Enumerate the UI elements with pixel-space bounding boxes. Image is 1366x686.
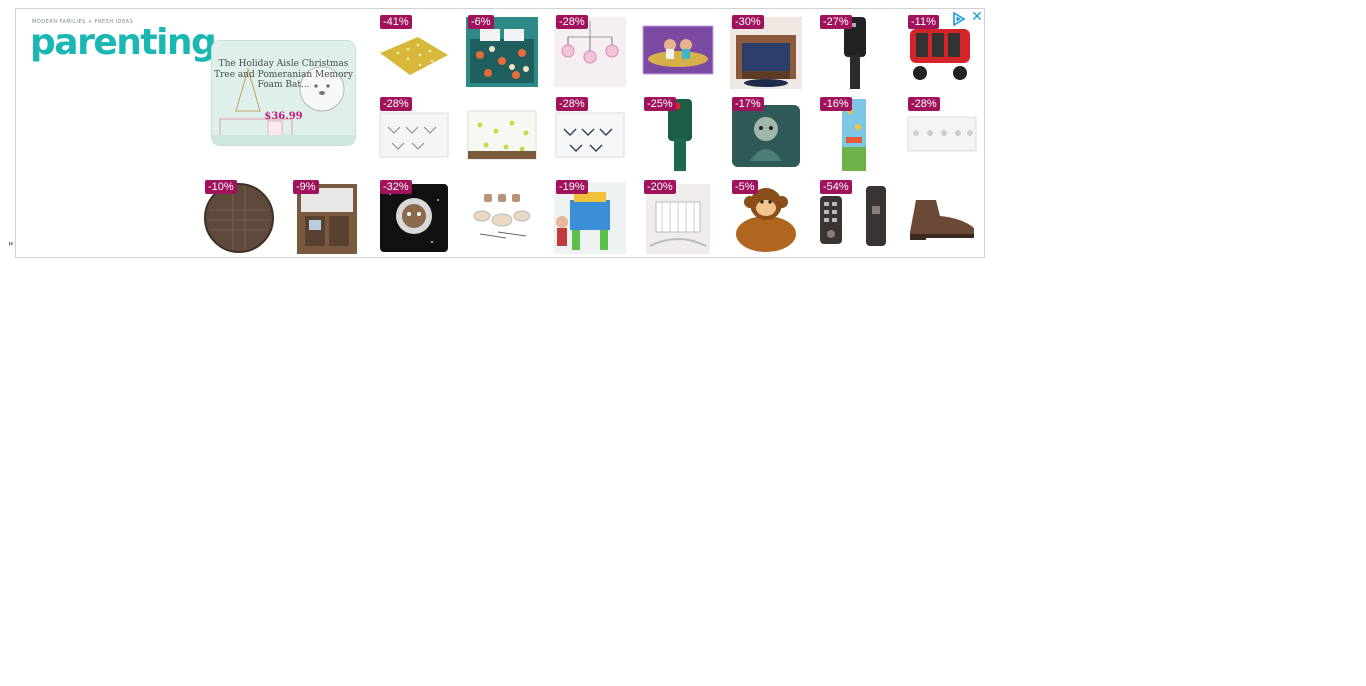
product-tile[interactable]: -19% xyxy=(554,180,626,256)
discount-badge: -5% xyxy=(732,180,758,194)
product-tile[interactable]: -54% xyxy=(818,180,890,256)
discount-badge: -25% xyxy=(644,97,676,111)
discount-badge: -20% xyxy=(644,180,676,194)
brown-ankle-boot-icon xyxy=(910,200,974,240)
discount-badge: -16% xyxy=(820,97,852,111)
featured-product-title: The Holiday Aisle Christmas Tree and Pom… xyxy=(214,59,353,90)
product-tile[interactable]: -28% xyxy=(378,97,450,173)
product-tile[interactable]: -6% xyxy=(466,15,538,91)
discount-badge: -11% xyxy=(908,15,939,29)
product-tile[interactable]: -16% xyxy=(818,97,890,173)
product-tile[interactable]: -25% xyxy=(642,97,714,173)
product-tile[interactable] xyxy=(466,180,538,256)
discount-badge: -17% xyxy=(732,97,764,111)
display-ad-banner[interactable]: MODERN FAMILIES + FRESH IDEAS parenting … xyxy=(15,8,985,258)
product-tile[interactable]: -28% xyxy=(554,97,626,173)
product-tile[interactable]: -10% xyxy=(203,180,275,256)
polka-dot-crib-skirt-icon xyxy=(467,110,537,160)
featured-product-price: $36.99 xyxy=(264,111,303,122)
discount-badge: -30% xyxy=(732,15,764,29)
discount-badge: -6% xyxy=(468,15,494,29)
aladdin-jasmine-rug-icon xyxy=(642,25,714,75)
product-tile[interactable] xyxy=(642,15,714,91)
product-tile[interactable]: -5% xyxy=(730,180,802,256)
product-tile[interactable]: -9% xyxy=(291,180,363,256)
product-tile[interactable]: -11% xyxy=(906,15,978,91)
discount-badge: -41% xyxy=(380,15,412,29)
product-tile[interactable] xyxy=(906,180,978,256)
featured-product-card[interactable]: The Holiday Aisle Christmas Tree and Pom… xyxy=(211,40,356,146)
stray-quote-text: " xyxy=(8,240,14,254)
navy-arrow-crib-skirt-icon xyxy=(555,112,625,158)
product-tile[interactable]: -27% xyxy=(818,15,890,91)
red-multi-seat-stroller-icon xyxy=(910,29,970,80)
product-tile[interactable]: -28% xyxy=(906,97,978,173)
product-tile[interactable]: -30% xyxy=(730,15,802,91)
discount-badge: -28% xyxy=(556,97,588,111)
lace-crib-skirt-icon xyxy=(907,116,977,152)
discount-badge: -28% xyxy=(908,97,940,111)
discount-badge: -9% xyxy=(293,180,319,194)
discount-badge: -54% xyxy=(820,180,852,194)
arrow-crib-skirt-icon xyxy=(379,112,449,158)
logo-wordmark: parenting xyxy=(30,22,217,63)
discount-badge: -27% xyxy=(820,15,852,29)
discount-badge: -10% xyxy=(205,180,237,194)
mermaid-throw-pillow-icon xyxy=(732,105,800,167)
yellow-dot-fabric-icon xyxy=(380,37,448,75)
parenting-logo[interactable]: MODERN FAMILIES + FRESH IDEAS parenting xyxy=(30,19,217,63)
product-tile[interactable]: -32% xyxy=(378,180,450,256)
product-tile[interactable]: -20% xyxy=(642,180,714,256)
discount-badge: -28% xyxy=(556,15,588,29)
product-tile[interactable] xyxy=(466,97,538,173)
product-tile[interactable]: -17% xyxy=(730,97,802,173)
discount-badge: -19% xyxy=(556,180,588,194)
product-tile[interactable]: -41% xyxy=(378,15,450,91)
discount-badge: -28% xyxy=(380,97,412,111)
featured-product-image xyxy=(212,41,355,145)
toy-tea-set-icon xyxy=(466,190,538,246)
product-tile[interactable]: -28% xyxy=(554,15,626,91)
discount-badge: -32% xyxy=(380,180,412,194)
